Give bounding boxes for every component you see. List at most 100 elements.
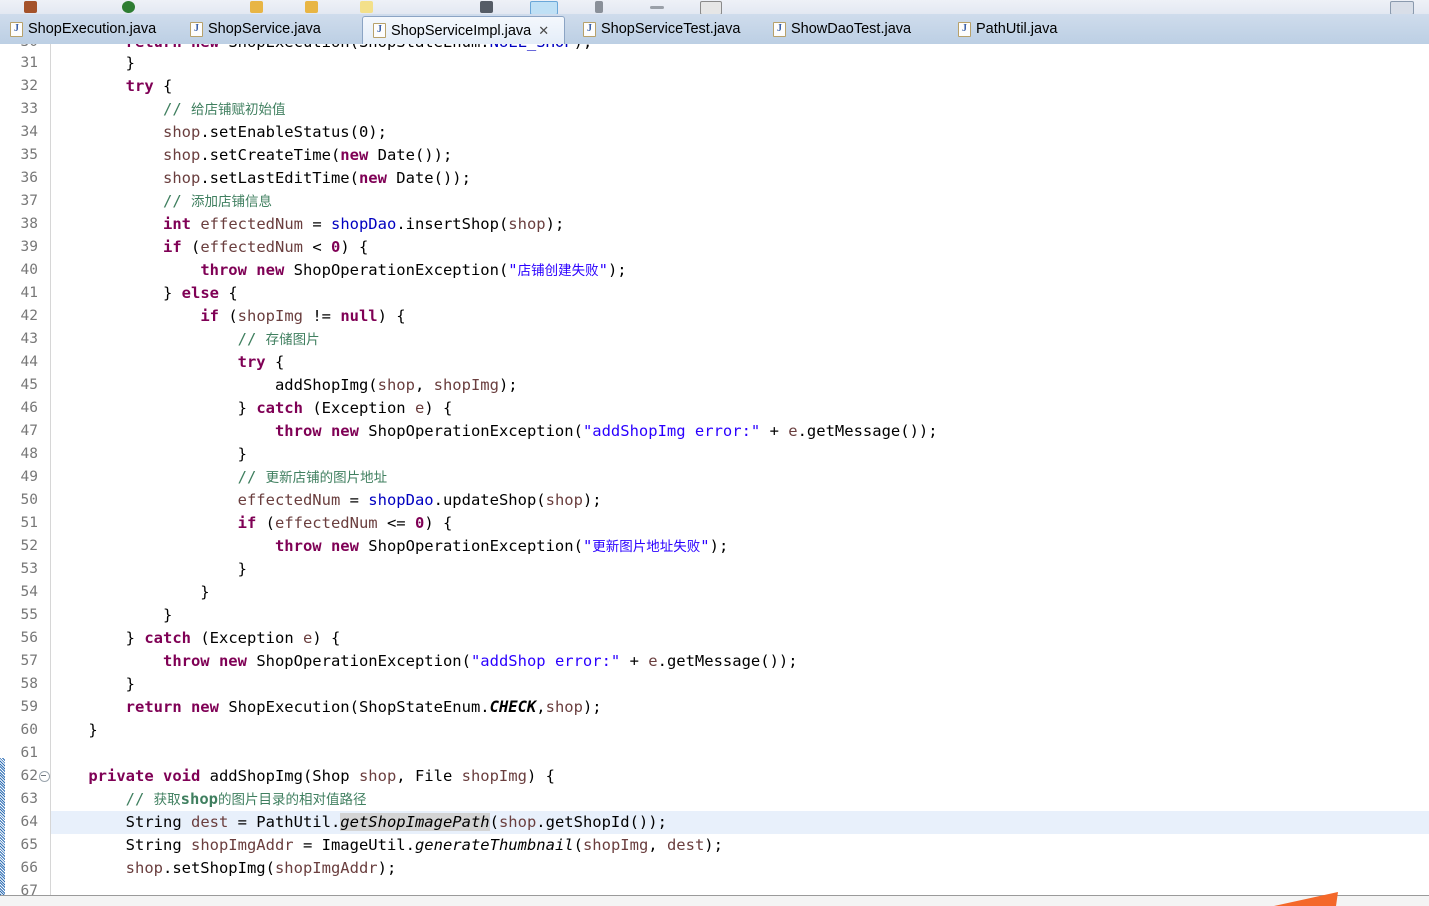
- code-line: try {: [125, 77, 173, 95]
- line-number: 47: [20, 423, 38, 439]
- tab-pathutil[interactable]: PathUtil.java: [948, 14, 1093, 44]
- close-icon[interactable]: ✕: [538, 24, 549, 37]
- tab-label: ShopExecution.java: [28, 21, 157, 37]
- code-line: if (shopImg != null) {: [200, 307, 406, 325]
- code-line: shop.setEnableStatus(0);: [162, 123, 387, 141]
- tab-shopservice[interactable]: ShopService.java: [180, 14, 335, 44]
- line-number: 46: [20, 400, 38, 416]
- line-number: 38: [20, 216, 38, 232]
- line-number: 56: [20, 630, 38, 646]
- line-number: 55: [20, 607, 38, 623]
- java-file-icon: [583, 21, 596, 37]
- edit-icon[interactable]: [360, 1, 373, 13]
- code-line: // 存储图片: [51, 330, 320, 348]
- line-number: 35: [20, 147, 38, 163]
- code-line: // 给店铺赋初始值: [51, 100, 286, 118]
- editor-tab-bar: ShopExecution.java ShopService.java Shop…: [0, 14, 1429, 45]
- code-line: }: [51, 54, 135, 72]
- code-line: } catch (Exception e) {: [51, 399, 453, 417]
- tab-showdaotest[interactable]: ShowDaoTest.java: [763, 14, 928, 44]
- code-line: String shopImgAddr = ImageUtil.generateT…: [51, 836, 723, 854]
- line-number: 45: [20, 377, 38, 393]
- code-line: if (effectedNum <= 0) {: [237, 514, 453, 532]
- line-number: 32: [20, 78, 38, 94]
- perspective-switch-icon[interactable]: [1390, 1, 1414, 14]
- debug-run-icon[interactable]: [122, 1, 135, 13]
- code-line: effectedNum = shopDao.updateShop(shop);: [237, 491, 602, 509]
- code-line: } else {: [51, 284, 238, 302]
- java-file-icon: [958, 21, 971, 37]
- folder-icon[interactable]: [305, 1, 318, 13]
- fold-collapse-icon[interactable]: [39, 771, 50, 782]
- code-line: }: [51, 583, 210, 601]
- tab-label: ShopServiceImpl.java: [391, 22, 532, 39]
- code-line: }: [51, 721, 98, 739]
- separator-icon: [650, 6, 664, 9]
- line-number: 42: [20, 308, 38, 324]
- tab-shopservicetest[interactable]: ShopServiceTest.java: [573, 14, 748, 44]
- line-number: 43: [20, 331, 38, 347]
- code-line: return new ShopExecution(ShopStateEnum.C…: [125, 698, 602, 716]
- save-icon[interactable]: [24, 1, 37, 13]
- code-line: int effectedNum = shopDao.insertShop(sho…: [162, 215, 565, 233]
- code-line: throw new ShopOperationException("addSho…: [162, 652, 798, 670]
- java-file-icon: [190, 21, 203, 37]
- code-line: private void addShopImg(Shop shop, File …: [88, 767, 555, 785]
- code-line-current: String dest = PathUtil.getShopImagePath(…: [51, 813, 667, 831]
- code-line: // 更新店铺的图片地址: [51, 468, 388, 486]
- line-number: 61: [20, 745, 38, 761]
- code-line: throw new ShopOperationException("更新图片地址…: [274, 537, 729, 555]
- tab-label: ShopServiceTest.java: [601, 21, 741, 37]
- line-number: 44: [20, 354, 38, 370]
- tab-shopexecution[interactable]: ShopExecution.java: [0, 14, 175, 44]
- line-number: 58: [20, 676, 38, 692]
- run-icon[interactable]: [480, 1, 493, 13]
- orange-accent-shape: [1274, 892, 1338, 906]
- line-number: 31: [20, 55, 38, 71]
- line-number: 66: [20, 860, 38, 876]
- arrow-down-icon[interactable]: [595, 1, 603, 13]
- line-number: 64: [20, 814, 38, 830]
- line-number: 59: [20, 699, 38, 715]
- line-number-gutter: 30 31 32 33 34 35 36 37 38 39 40 41 42 4…: [5, 44, 51, 906]
- line-number: 53: [20, 561, 38, 577]
- line-number: 37: [20, 193, 38, 209]
- java-file-icon: [773, 21, 786, 37]
- line-number: 54: [20, 584, 38, 600]
- line-number: 60: [20, 722, 38, 738]
- tab-label: PathUtil.java: [976, 21, 1058, 37]
- code-line: shop.setLastEditTime(new Date());: [162, 169, 471, 187]
- line-number: 65: [20, 837, 38, 853]
- line-number: 51: [20, 515, 38, 531]
- java-file-icon: [373, 23, 386, 38]
- tab-shopserviceimpl[interactable]: ShopServiceImpl.java ✕: [362, 16, 565, 44]
- code-line: }: [51, 675, 135, 693]
- code-line: // 获取shop的图片目录的相对值路径: [51, 790, 367, 808]
- code-line: try {: [237, 353, 285, 371]
- code-editor[interactable]: 30 31 32 33 34 35 36 37 38 39 40 41 42 4…: [0, 44, 1429, 906]
- main-toolbar: [0, 0, 1429, 15]
- code-text-area[interactable]: return new ShopExecution(ShopStateEnum.N…: [51, 44, 1429, 906]
- line-number: 57: [20, 653, 38, 669]
- line-number: 39: [20, 239, 38, 255]
- line-number: 36: [20, 170, 38, 186]
- code-line: if (effectedNum < 0) {: [162, 238, 369, 256]
- line-number: 52: [20, 538, 38, 554]
- line-number: 40: [20, 262, 38, 278]
- new-folder-icon[interactable]: [250, 1, 263, 13]
- code-line: addShopImg(shop, shopImg);: [51, 376, 518, 394]
- line-number: 49: [20, 469, 38, 485]
- java-perspective-icon[interactable]: [530, 1, 558, 14]
- terminal-icon[interactable]: [700, 1, 722, 14]
- code-line: shop.setShopImg(shopImgAddr);: [125, 859, 397, 877]
- code-line: }: [51, 606, 173, 624]
- code-line: shop.setCreateTime(new Date());: [162, 146, 453, 164]
- line-number: 33: [20, 101, 38, 117]
- code-line: } catch (Exception e) {: [51, 629, 341, 647]
- eclipse-window: ShopExecution.java ShopService.java Shop…: [0, 0, 1429, 906]
- line-number: 48: [20, 446, 38, 462]
- line-number: 41: [20, 285, 38, 301]
- bottom-strip: [0, 896, 1429, 906]
- tab-label: ShopService.java: [208, 21, 321, 37]
